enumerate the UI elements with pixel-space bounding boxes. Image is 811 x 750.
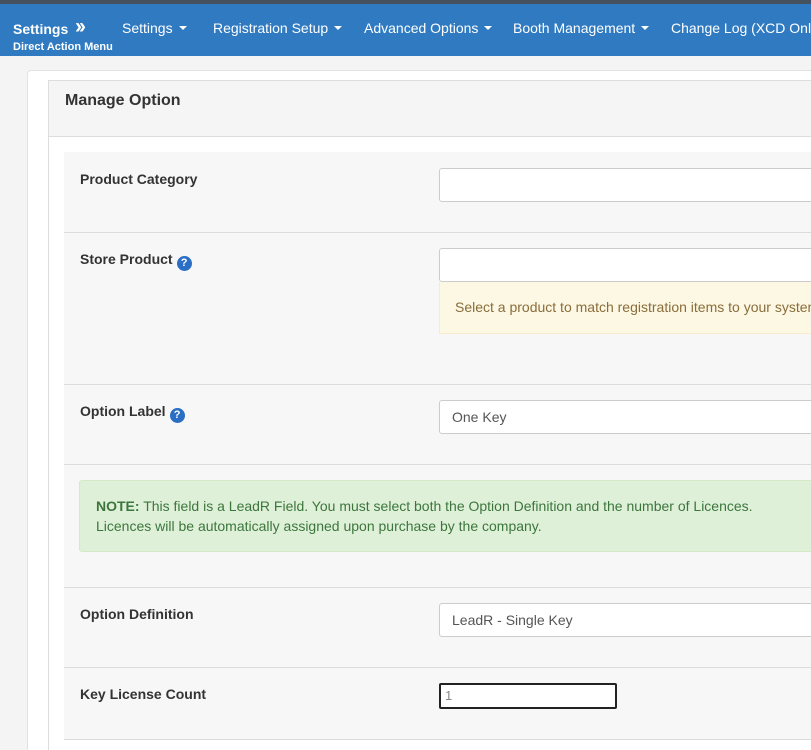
nav-registration-setup[interactable]: Registration Setup bbox=[213, 20, 343, 36]
caret-down-icon bbox=[178, 26, 187, 31]
row-key-license-count: Key License Count 1 bbox=[64, 668, 811, 740]
navbar-brand-subtitle[interactable]: Direct Action Menu bbox=[13, 41, 113, 53]
key-license-count-input[interactable]: 1 bbox=[439, 683, 617, 709]
option-definition-label: Option Definition bbox=[80, 606, 194, 622]
key-license-count-label: Key License Count bbox=[80, 686, 207, 702]
store-product-help: Select a product to match registration i… bbox=[439, 282, 811, 334]
note-prefix: NOTE: bbox=[96, 498, 140, 514]
option-label-label-group: Option Label? bbox=[80, 403, 185, 423]
double-chevron-right-icon[interactable]: ›› bbox=[75, 15, 86, 39]
row-note: NOTE: This field is a LeadR Field. You m… bbox=[64, 465, 811, 588]
row-option-definition: Option Definition LeadR - Single Key bbox=[64, 588, 811, 668]
panel-heading: Manage Option bbox=[49, 81, 811, 137]
note-text-2: Licences will be automatically assigned … bbox=[96, 518, 542, 534]
top-navbar: Settings ›› Direct Action Menu Settings … bbox=[0, 4, 811, 56]
store-product-label: Store Product bbox=[80, 251, 173, 267]
nav-booth-management[interactable]: Booth Management bbox=[513, 20, 650, 36]
product-category-select[interactable] bbox=[439, 168, 811, 202]
row-product-category: Product Category bbox=[64, 152, 811, 233]
question-circle-icon[interactable]: ? bbox=[176, 256, 192, 271]
caret-down-icon bbox=[484, 26, 493, 31]
nav-settings[interactable]: Settings bbox=[122, 20, 187, 36]
row-option-label: Option Label? One Key bbox=[64, 385, 811, 465]
row-store-product: Store Product? Select a product to match… bbox=[64, 233, 811, 385]
nav-registration-setup-label: Registration Setup bbox=[213, 20, 329, 36]
nav-booth-management-label: Booth Management bbox=[513, 20, 636, 36]
question-circle-icon[interactable]: ? bbox=[169, 408, 185, 423]
note-text: This field is a LeadR Field. You must se… bbox=[139, 498, 753, 514]
product-category-label: Product Category bbox=[80, 171, 198, 187]
nav-settings-label: Settings bbox=[122, 20, 173, 36]
caret-down-icon bbox=[334, 26, 343, 31]
option-definition-select[interactable]: LeadR - Single Key bbox=[439, 603, 811, 637]
store-product-label-group: Store Product? bbox=[80, 251, 192, 271]
store-product-select[interactable] bbox=[439, 248, 811, 282]
option-label-label: Option Label bbox=[80, 403, 166, 419]
nav-change-log-label: Change Log (XCD Only bbox=[671, 20, 811, 36]
nav-advanced-options[interactable]: Advanced Options bbox=[364, 20, 493, 36]
option-label-input[interactable]: One Key bbox=[439, 400, 811, 434]
navbar-brand[interactable]: Settings bbox=[13, 21, 68, 37]
caret-down-icon bbox=[641, 26, 650, 31]
nav-change-log[interactable]: Change Log (XCD Only bbox=[671, 20, 811, 36]
page-title: Manage Option bbox=[65, 92, 181, 109]
leadr-note-alert: NOTE: This field is a LeadR Field. You m… bbox=[79, 480, 811, 552]
nav-advanced-options-label: Advanced Options bbox=[364, 20, 479, 36]
